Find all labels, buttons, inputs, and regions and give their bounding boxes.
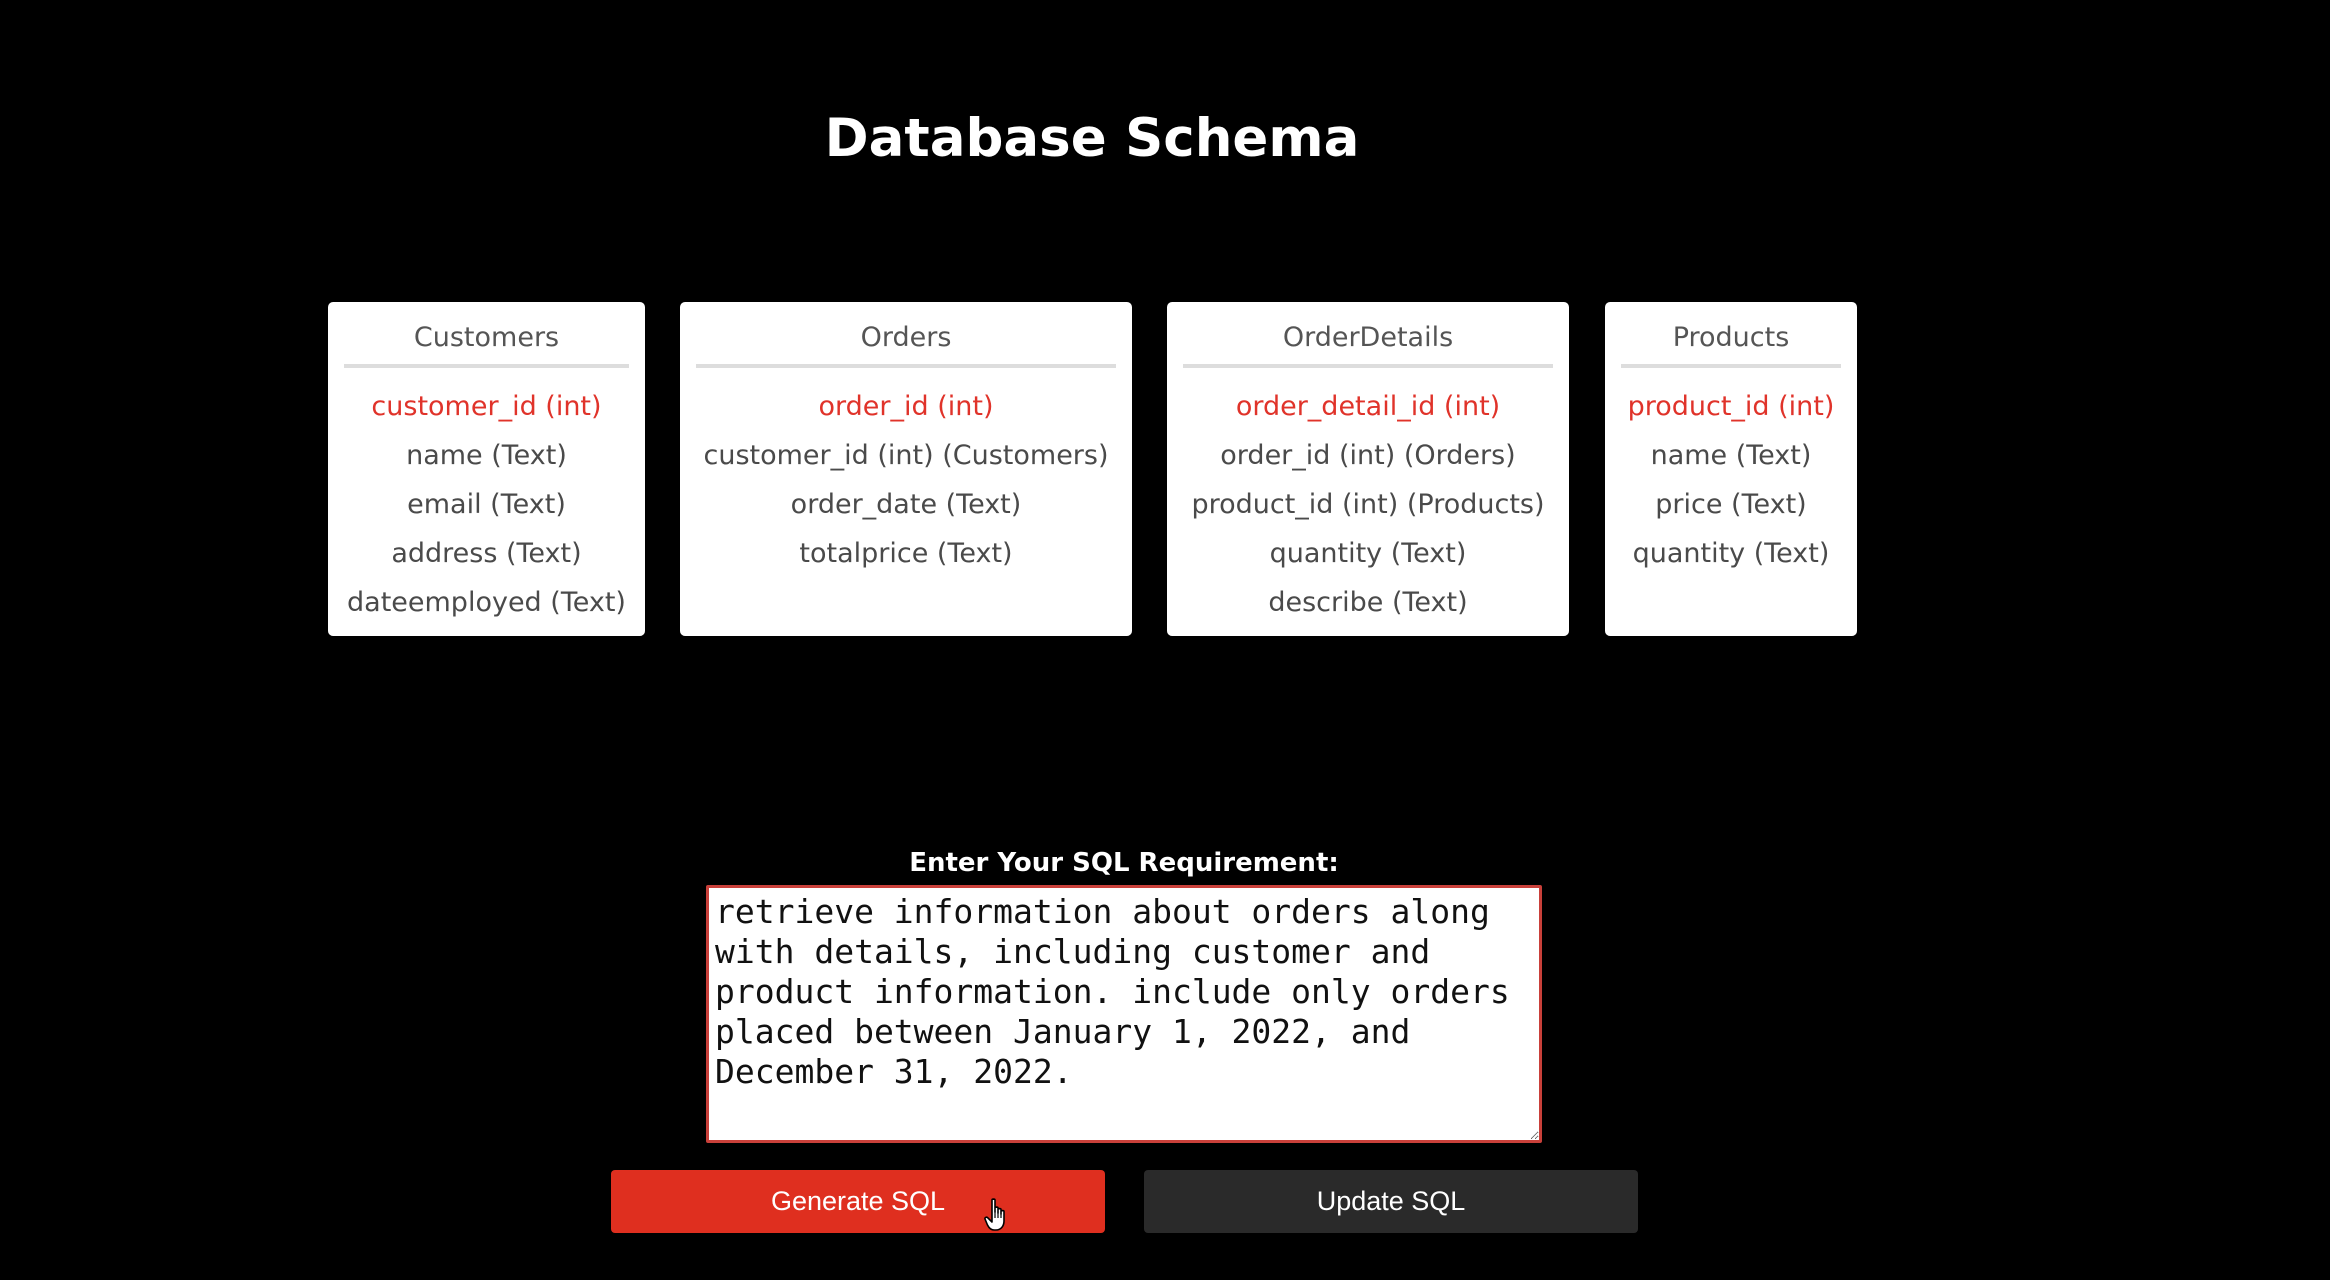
column-item: product_id (int) [1627,391,1835,422]
table-title: Orders [696,302,1116,368]
column-item: order_id (int) [818,391,994,422]
column-item: product_id (int) (Products) [1191,489,1545,520]
table-title: Products [1621,302,1841,368]
update-sql-button[interactable]: Update SQL [1144,1170,1638,1233]
column-item: order_detail_id (int) [1235,391,1501,422]
column-item: customer_id (int) (Customers) [703,440,1109,471]
requirement-label: Enter Your SQL Requirement: [909,848,1339,878]
hand-pointer-icon [984,1198,1005,1231]
column-list: customer_id (int) name (Text) email (Tex… [344,368,629,627]
column-item: order_id (int) (Orders) [1220,440,1516,471]
table-card-orders: Orders order_id (int) customer_id (int) … [680,302,1132,636]
column-item: customer_id (int) [371,391,602,422]
column-item: email (Text) [407,489,566,520]
column-list: order_detail_id (int) order_id (int) (Or… [1183,368,1553,627]
column-item: dateemployed (Text) [347,587,626,618]
table-title: OrderDetails [1183,302,1553,368]
column-item: order_date (Text) [790,489,1022,520]
column-item: name (Text) [406,440,567,471]
column-item: totalprice (Text) [799,538,1013,569]
requirement-input[interactable]: retrieve information about orders along … [706,885,1542,1143]
generate-sql-button[interactable]: Generate SQL [611,1170,1105,1233]
page-title: Database Schema [824,108,1360,169]
column-item: quantity (Text) [1269,538,1467,569]
column-list: product_id (int) name (Text) price (Text… [1621,368,1841,578]
table-title: Customers [344,302,629,368]
column-item: name (Text) [1650,440,1812,471]
column-item: describe (Text) [1268,587,1468,618]
table-card-customers: Customers customer_id (int) name (Text) … [328,302,645,636]
column-item: quantity (Text) [1632,538,1830,569]
page: Database Schema Customers customer_id (i… [0,0,2330,1280]
column-item: price (Text) [1655,489,1807,520]
table-card-products: Products product_id (int) name (Text) pr… [1605,302,1857,636]
column-item: address (Text) [391,538,582,569]
table-card-orderdetails: OrderDetails order_detail_id (int) order… [1167,302,1569,636]
schema-tables: Customers customer_id (int) name (Text) … [0,302,2330,638]
column-list: order_id (int) customer_id (int) (Custom… [696,368,1116,578]
